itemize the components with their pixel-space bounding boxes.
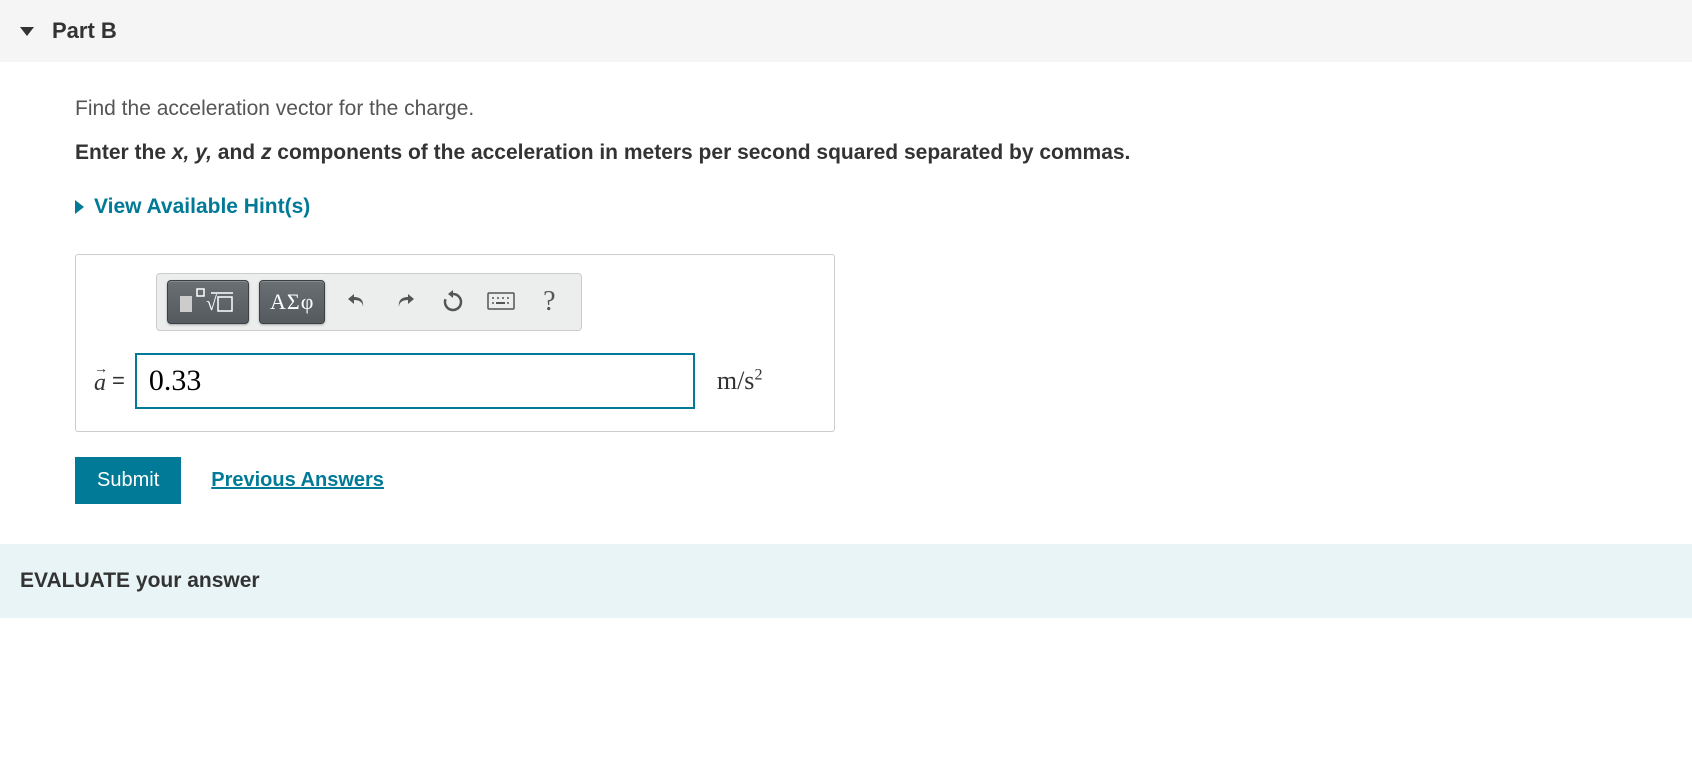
answer-box: √ ΑΣφ [75,254,835,432]
redo-button[interactable] [383,280,427,324]
instruction-z: z [261,141,272,164]
unit-exponent: 2 [754,366,762,383]
content-area: Find the acceleration vector for the cha… [0,62,1692,504]
keyboard-button[interactable] [479,280,523,324]
caret-down-icon [20,27,34,36]
undo-icon [345,290,369,314]
question-text: Find the acceleration vector for the cha… [75,97,1617,121]
greek-letters-button[interactable]: ΑΣφ [259,280,325,324]
reset-button[interactable] [431,280,475,324]
equation-toolbar: √ ΑΣφ [156,273,582,331]
submit-button[interactable]: Submit [75,457,181,504]
redo-icon [393,290,417,314]
caret-right-icon [75,200,84,214]
instruction-vars: x, y, [172,141,218,164]
svg-text:√: √ [206,293,217,315]
help-button[interactable]: ? [527,280,571,324]
unit-label: m/s2 [695,366,763,396]
math-template-icon: √ [178,288,238,316]
actions-row: Submit Previous Answers [75,457,1617,504]
variable-label: → a [94,366,106,397]
toolbar-wrap: √ ΑΣφ [76,255,834,343]
instruction-and: and [218,141,261,164]
reset-icon [441,290,465,314]
greek-label: ΑΣφ [270,289,314,315]
part-title: Part B [52,18,117,44]
vector-arrow-icon: → [94,362,108,378]
input-row: → a = m/s2 [76,343,834,431]
hints-label: View Available Hint(s) [94,195,310,219]
previous-answers-link[interactable]: Previous Answers [211,469,384,492]
unit-prefix: m/s [717,366,755,395]
evaluate-label: EVALUATE your answer [20,569,260,592]
equals-sign: = [106,368,135,394]
instruction-text: Enter the x, y, and z components of the … [75,141,1617,165]
template-tools-button[interactable]: √ [167,280,249,324]
evaluate-section: EVALUATE your answer [0,544,1692,618]
undo-button[interactable] [335,280,379,324]
view-hints-toggle[interactable]: View Available Hint(s) [75,195,1617,219]
keyboard-icon [487,292,515,312]
answer-input[interactable] [135,353,695,409]
part-header[interactable]: Part B [0,0,1692,62]
instruction-suffix: components of the acceleration in meters… [271,141,1130,164]
instruction-prefix: Enter the [75,141,172,164]
help-icon: ? [543,286,555,318]
